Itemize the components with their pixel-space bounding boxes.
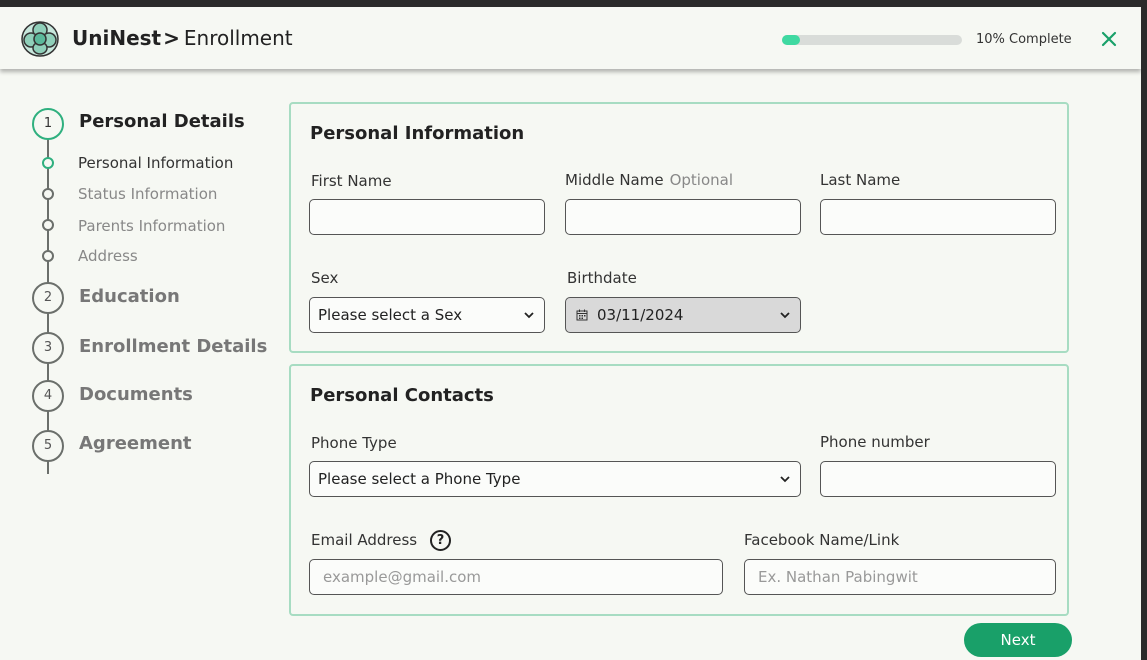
last-name-label: Last Name <box>820 171 901 189</box>
step-personal-details[interactable]: Personal Details <box>79 111 245 132</box>
progress-fill <box>782 35 800 45</box>
brand-name: UniNest <box>72 26 162 50</box>
sex-label: Sex <box>311 269 339 287</box>
facebook-label: Facebook Name/Link <box>744 531 900 549</box>
calendar-icon <box>576 309 588 321</box>
enrollment-window: UniNest > Enrollment 10% Complete 1 Person… <box>0 7 1141 660</box>
uninest-logo-icon <box>21 21 59 57</box>
substep-personal-information[interactable]: Personal Information <box>78 154 233 172</box>
step-agreement[interactable]: Agreement <box>79 433 192 454</box>
substep-dot-parents-information <box>42 219 54 231</box>
step-documents[interactable]: Documents <box>79 384 193 405</box>
email-label: Email Address <box>311 531 418 549</box>
chevron-down-icon <box>780 312 790 319</box>
close-icon[interactable] <box>1100 30 1118 48</box>
substep-dot-status-information <box>42 188 54 200</box>
step-2-circle[interactable]: 2 <box>32 282 64 314</box>
next-button[interactable]: Next <box>964 623 1072 657</box>
facebook-input[interactable] <box>744 559 1056 595</box>
birthdate-value: 03/11/2024 <box>597 306 684 324</box>
progress-text: 10% Complete <box>976 32 1072 47</box>
phone-type-label: Phone Type <box>311 434 397 452</box>
app-header: UniNest > Enrollment 10% Complete <box>0 7 1141 69</box>
step-1-circle[interactable]: 1 <box>32 108 64 140</box>
birthdate-picker[interactable]: 03/11/2024 <box>565 297 801 333</box>
sex-select[interactable]: Please select a Sex <box>309 297 545 333</box>
phone-type-value: Please select a Phone Type <box>318 470 521 488</box>
middle-name-label: Middle Name Optional <box>565 171 733 189</box>
step-education[interactable]: Education <box>79 286 180 307</box>
substep-dot-address <box>42 250 54 262</box>
step-3-circle[interactable]: 3 <box>32 332 64 364</box>
last-name-input[interactable] <box>820 199 1056 235</box>
page-title: Enrollment <box>183 26 293 50</box>
personal-information-title: Personal Information <box>310 123 525 144</box>
progress-bar <box>782 35 962 45</box>
birthdate-label: Birthdate <box>567 269 637 287</box>
first-name-label: First Name <box>311 172 392 190</box>
help-icon[interactable]: ? <box>430 530 451 551</box>
email-input[interactable] <box>309 559 723 595</box>
substep-dot-personal-information <box>42 157 54 169</box>
phone-type-select[interactable]: Please select a Phone Type <box>309 461 801 497</box>
step-5-circle[interactable]: 5 <box>32 430 64 462</box>
breadcrumb-separator: > <box>163 26 180 50</box>
personal-contacts-title: Personal Contacts <box>310 385 494 406</box>
optional-tag: Optional <box>669 171 733 189</box>
step-enrollment-details[interactable]: Enrollment Details <box>79 336 267 357</box>
chevron-down-icon <box>524 312 534 319</box>
substep-status-information[interactable]: Status Information <box>78 185 217 203</box>
phone-number-input[interactable] <box>820 461 1056 497</box>
breadcrumb: UniNest > Enrollment <box>72 26 293 50</box>
substep-parents-information[interactable]: Parents Information <box>78 217 225 235</box>
middle-name-label-text: Middle Name <box>565 171 664 189</box>
middle-name-input[interactable] <box>565 199 801 235</box>
enrollment-stepper: 1 Personal Details Personal Information … <box>0 69 280 489</box>
personal-information-card: Personal Information First Name Middle N… <box>289 102 1069 353</box>
phone-number-label: Phone number <box>820 433 930 451</box>
sex-select-value: Please select a Sex <box>318 306 463 324</box>
first-name-input[interactable] <box>309 199 545 235</box>
substep-address[interactable]: Address <box>78 247 138 265</box>
chevron-down-icon <box>780 476 790 483</box>
personal-contacts-card: Personal Contacts Phone Type Please sele… <box>289 364 1069 616</box>
step-4-circle[interactable]: 4 <box>32 380 64 412</box>
